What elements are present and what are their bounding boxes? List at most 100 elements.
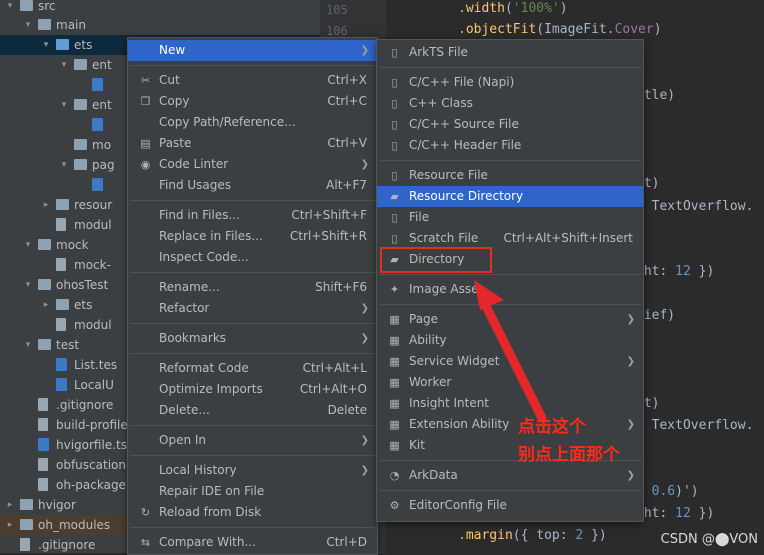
menu-item-repair-ide-on-file[interactable]: Repair IDE on File xyxy=(128,481,377,502)
menu-item-cut[interactable]: ✂ Cut Ctrl+X xyxy=(128,70,377,91)
code-token: (ImageFit. xyxy=(536,22,615,37)
menu-item-shortcut: Ctrl+Shift+R xyxy=(289,229,367,243)
tree-item[interactable]: ▾ main xyxy=(0,15,320,35)
menu-item-c-class[interactable]: ▯ C++ Class xyxy=(377,93,643,114)
menu-item-scratch-file[interactable]: ▯ Scratch File Ctrl+Alt+Shift+Insert xyxy=(377,228,643,249)
tree-item-label: pag xyxy=(92,158,115,172)
menu-item-code-linter[interactable]: ◉ Code Linter ❯ xyxy=(128,154,377,175)
cpp-source-icon: ▯ xyxy=(391,118,398,131)
tree-item-label: ets xyxy=(74,298,93,312)
chevron-right-icon: ❯ xyxy=(360,435,369,446)
chevron-right-icon[interactable]: ▸ xyxy=(4,515,16,535)
menu-item-shortcut: Shift+F6 xyxy=(315,280,367,294)
menu-item-c-c-file-napi[interactable]: ▯ C/C++ File (Napi) xyxy=(377,72,643,93)
menu-item-delete[interactable]: Delete... Delete xyxy=(128,400,377,421)
menu-item-shortcut: Ctrl+C xyxy=(327,94,367,108)
ts-file-icon xyxy=(38,438,49,451)
menu-item-bookmarks[interactable]: Bookmarks ❯ xyxy=(128,328,377,349)
tree-item-label: main xyxy=(56,18,86,32)
arkdata-icon: ◔ xyxy=(389,469,400,482)
code-line: .width('100%') xyxy=(458,1,568,16)
menu-item-resource-directory[interactable]: ▰ Resource Directory xyxy=(377,186,643,207)
chevron-down-icon[interactable]: ▾ xyxy=(22,335,34,355)
cpp-header-icon: ▯ xyxy=(391,139,398,152)
menu-separator xyxy=(130,65,375,66)
menu-item-reformat-code[interactable]: Reformat Code Ctrl+Alt+L xyxy=(128,358,377,379)
menu-item-c-c-header-file[interactable]: ▯ C/C++ Header File xyxy=(377,135,643,156)
menu-item-open-in[interactable]: Open In ❯ xyxy=(128,430,377,451)
menu-item-paste[interactable]: ▤ Paste Ctrl+V xyxy=(128,133,377,154)
menu-item-arkdata[interactable]: ◔ ArkData ❯ xyxy=(377,465,643,486)
menu-item-file[interactable]: ▯ File xyxy=(377,207,643,228)
menu-item-editorconfig-file[interactable]: ⚙ EditorConfig File xyxy=(377,495,643,516)
menu-separator xyxy=(130,200,375,201)
chevron-down-icon[interactable]: ▾ xyxy=(40,35,52,55)
menu-item-label: EditorConfig File xyxy=(409,498,507,512)
tree-item-label: mock xyxy=(56,238,89,252)
code-line: ght: 12 }) xyxy=(636,506,714,521)
menu-item-reload-from-disk[interactable]: ↻ Reload from Disk xyxy=(128,502,377,523)
menu-item-copy[interactable]: ❐ Copy Ctrl+C xyxy=(128,91,377,112)
chevron-down-icon[interactable]: ▾ xyxy=(22,275,34,295)
chevron-right-icon[interactable]: ▸ xyxy=(40,295,52,315)
menu-item-label: Copy xyxy=(159,94,190,108)
code-token: : TextOverflow. xyxy=(636,418,754,433)
menu-item-local-history[interactable]: Local History ❯ xyxy=(128,460,377,481)
chevron-down-icon[interactable]: ▾ xyxy=(58,95,70,115)
menu-separator xyxy=(130,272,375,273)
folder-icon xyxy=(56,299,69,310)
chevron-down-icon[interactable]: ▾ xyxy=(22,15,34,35)
menu-item-inspect-code[interactable]: Inspect Code... xyxy=(128,247,377,268)
file-icon xyxy=(38,418,48,431)
tree-item[interactable]: ▾ src xyxy=(0,0,320,16)
menu-item-label: Find Usages xyxy=(159,178,232,192)
chevron-right-icon: ❯ xyxy=(626,470,635,481)
menu-item-label: Compare With... xyxy=(159,535,256,549)
menu-item-label: Find in Files... xyxy=(159,208,240,222)
tree-item-label: oh_modules xyxy=(38,518,111,532)
menu-item-label: Code Linter xyxy=(159,157,229,171)
code-line: , 0.6)') xyxy=(636,484,699,499)
chevron-right-icon[interactable]: ▸ xyxy=(40,195,52,215)
menu-item-find-usages[interactable]: Find Usages Alt+F7 xyxy=(128,175,377,196)
tree-item-label: ent xyxy=(92,98,112,112)
menu-item-label: ArkTS File xyxy=(409,45,468,59)
tree-item-label: modul xyxy=(74,218,112,232)
chevron-down-icon[interactable]: ▾ xyxy=(4,0,16,16)
menu-item-find-in-files[interactable]: Find in Files... Ctrl+Shift+F xyxy=(128,205,377,226)
code-token: . xyxy=(458,22,466,37)
menu-item-label: Kit xyxy=(409,438,425,452)
menu-item-compare-with[interactable]: ⇆ Compare With... Ctrl+D xyxy=(128,532,377,553)
menu-item-new[interactable]: New ❯ xyxy=(128,40,377,61)
menu-item-label: Cut xyxy=(159,73,180,87)
file-icon xyxy=(38,478,48,491)
code-token: ({ top: xyxy=(512,528,576,543)
chevron-down-icon[interactable]: ▾ xyxy=(58,155,70,175)
code-token: '100%' xyxy=(512,1,560,16)
chevron-right-icon[interactable]: ▸ xyxy=(4,495,16,515)
copy-icon: ❐ xyxy=(140,95,151,108)
code-token: }) xyxy=(690,264,715,279)
menu-item-resource-file[interactable]: ▯ Resource File xyxy=(377,165,643,186)
menu-item-refactor[interactable]: Refactor ❯ xyxy=(128,298,377,319)
chevron-down-icon[interactable]: ▾ xyxy=(58,55,70,75)
tree-item-label: obfuscation- xyxy=(56,458,131,472)
code-line: : TextOverflow. xyxy=(636,418,753,433)
chevron-down-icon[interactable]: ▾ xyxy=(22,235,34,255)
menu-item-replace-in-files[interactable]: Replace in Files... Ctrl+Shift+R xyxy=(128,226,377,247)
menu-item-arkts-file[interactable]: ▯ ArkTS File xyxy=(377,42,643,63)
menu-item-shortcut: Ctrl+Shift+F xyxy=(291,208,367,222)
insight-intent-icon: ▦ xyxy=(389,397,400,410)
menu-item-optimize-imports[interactable]: Optimize Imports Ctrl+Alt+O xyxy=(128,379,377,400)
menu-item-shortcut: Ctrl+D xyxy=(326,535,367,549)
menu-item-rename[interactable]: Rename... Shift+F6 xyxy=(128,277,377,298)
annotation-text-line2: 别点上面那个 xyxy=(518,445,620,465)
menu-item-copy-path-reference[interactable]: Copy Path/Reference... xyxy=(128,112,377,133)
tree-item-label: List.tes xyxy=(74,358,118,372)
menu-item-c-c-source-file[interactable]: ▯ C/C++ Source File xyxy=(377,114,643,135)
scratch-file-icon: ▯ xyxy=(391,232,398,245)
line-number: 106 xyxy=(326,24,348,38)
folder-icon xyxy=(74,59,87,70)
menu-item-label: Delete... xyxy=(159,403,210,417)
code-line: .objectFit(ImageFit.Cover) xyxy=(458,22,662,37)
